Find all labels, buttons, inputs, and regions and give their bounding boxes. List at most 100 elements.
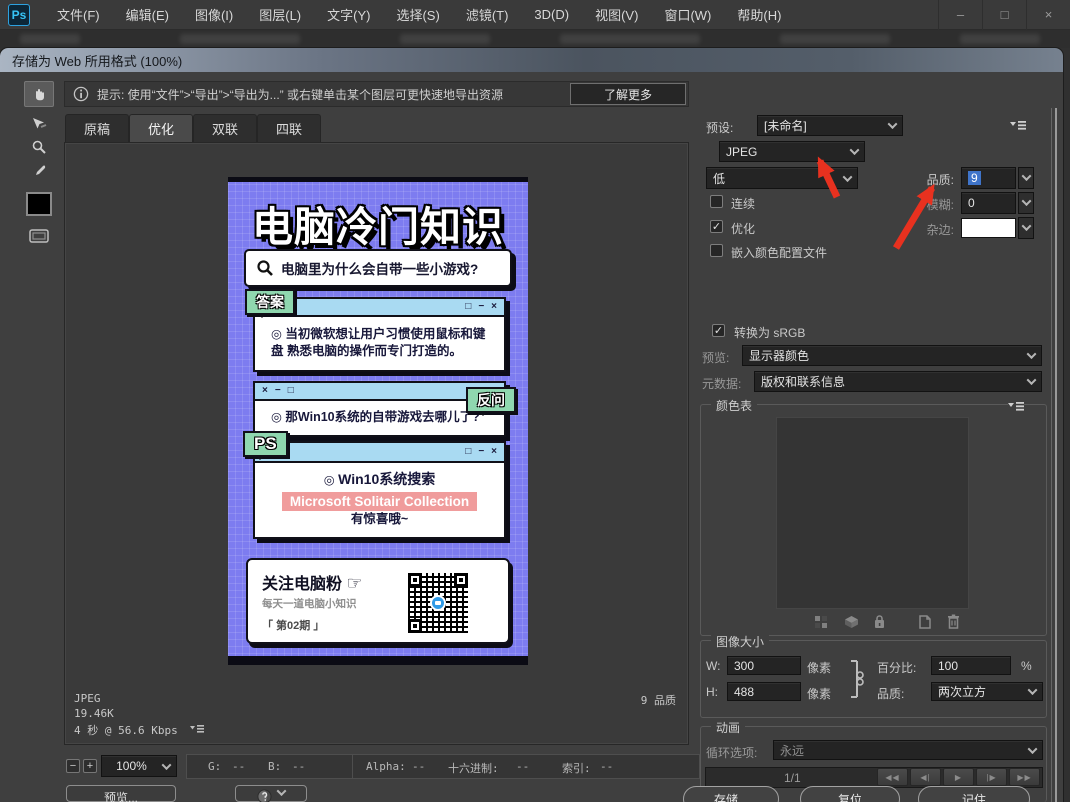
readout-index-value: -- [600, 760, 613, 773]
zoom-out-button[interactable]: − [66, 759, 80, 773]
logo-text: Ps [12, 8, 27, 22]
matte-swatch[interactable] [961, 218, 1016, 238]
compression-value: 低 [713, 170, 725, 187]
percent-input[interactable]: 100 [931, 656, 1011, 675]
embed-profile-checkbox[interactable] [710, 244, 723, 257]
remember-button[interactable]: 记住 [918, 786, 1030, 802]
format-select[interactable]: JPEG [719, 141, 865, 162]
menu-select[interactable]: 选择(S) [383, 0, 452, 30]
tab-4up[interactable]: 四联 [257, 114, 321, 142]
menu-type[interactable]: 文字(Y) [314, 0, 383, 30]
tab-original[interactable]: 原稿 [65, 114, 129, 142]
chevron-down-icon [1027, 375, 1037, 385]
zoom-in-button[interactable]: + [83, 759, 97, 773]
chevron-down-icon [277, 786, 287, 796]
tab-2up[interactable]: 双联 [193, 114, 257, 142]
blurred-control [960, 34, 1040, 44]
new-color-icon[interactable] [918, 615, 931, 629]
optimized-checkbox[interactable]: ✓ [710, 220, 723, 233]
resample-quality-select[interactable]: 两次立方 [931, 682, 1043, 701]
zoom-level-select[interactable]: 100% [101, 755, 177, 777]
menu-edit[interactable]: 编辑(E) [113, 0, 182, 30]
menu-layer[interactable]: 图层(L) [246, 0, 314, 30]
menu-view[interactable]: 视图(V) [582, 0, 651, 30]
chevron-down-icon [843, 172, 853, 182]
hand-tool-button[interactable] [24, 81, 54, 107]
preview-canvas[interactable]: 电脑冷门知识 电脑里为什么会自带一些小游戏? □ − × 答案 ◎ 当初微软 [64, 142, 689, 745]
blur-input[interactable]: 0 [961, 192, 1016, 214]
dialog-frame-line [1051, 108, 1052, 802]
color-table-panel-menu-icon[interactable] [1008, 401, 1024, 412]
resample-quality-label: 品质: [877, 685, 904, 702]
width-input[interactable]: 300 [727, 656, 801, 675]
menu-help[interactable]: 帮助(H) [724, 0, 794, 30]
photoshop-logo-icon[interactable]: Ps [8, 4, 30, 26]
ps-tag: PS [243, 431, 288, 457]
slice-select-tool-button[interactable] [28, 112, 50, 134]
next-frame-button[interactable]: |▶ [976, 768, 1007, 786]
color-table-swatches[interactable] [776, 417, 969, 609]
menu-file[interactable]: 文件(F) [44, 0, 113, 30]
eyedropper-tool-button[interactable] [28, 160, 50, 182]
menu-window[interactable]: 窗口(W) [651, 0, 724, 30]
metadata-select[interactable]: 版权和联系信息 [754, 371, 1042, 392]
height-input[interactable]: 488 [727, 682, 801, 701]
dialog-titlebar[interactable]: 存储为 Web 所用格式 (100%) [0, 48, 1063, 72]
matte-label: 杂边: [880, 221, 954, 238]
browser-select-button[interactable] [235, 785, 307, 802]
menu-filter[interactable]: 滤镜(T) [453, 0, 522, 30]
frame-counter: 1/1 [784, 771, 801, 785]
lock-color-icon[interactable] [873, 614, 886, 629]
maximize-button[interactable]: □ [982, 0, 1026, 30]
learn-more-button[interactable]: 了解更多 [570, 83, 686, 105]
eyedropper-icon [31, 163, 47, 179]
window-minimize-icon: − [478, 302, 484, 312]
preview-select[interactable]: 显示器颜色 [742, 345, 1042, 366]
poster-window-ps: □ − × PS ◎ Win10系统搜索 Microsoft Solitair … [253, 441, 506, 539]
previous-frame-button[interactable]: ◀| [910, 768, 941, 786]
play-button[interactable]: ▶ [943, 768, 974, 786]
quality-slider-button[interactable] [1018, 167, 1034, 189]
follow-issue: 「 第02期 」 [262, 617, 324, 633]
eyedropper-color-swatch[interactable] [26, 192, 52, 216]
last-frame-button[interactable]: ▶▶ [1009, 768, 1040, 786]
blurred-control [400, 34, 490, 44]
preset-select[interactable]: [未命名] [757, 115, 903, 136]
ps-line2: 有惊喜哦~ [351, 512, 408, 526]
minimize-button[interactable]: – [938, 0, 982, 30]
save-button[interactable]: 存储... [683, 786, 779, 802]
progressive-checkbox[interactable] [710, 195, 723, 208]
bullet-icon: ◎ [271, 327, 282, 341]
compression-quality-select[interactable]: 低 [706, 167, 858, 189]
follow-title: 关注电脑粉 [262, 576, 342, 593]
toggle-slices-visibility-button[interactable] [26, 226, 52, 246]
convert-srgb-checkbox[interactable]: ✓ [712, 324, 725, 337]
preset-panel-menu-icon[interactable] [1010, 120, 1026, 131]
tab-optimized[interactable]: 优化 [129, 114, 193, 142]
width-label: W: [706, 659, 720, 673]
blur-label: 模糊: [880, 196, 954, 213]
answer-line2: 熟悉电脑的操作而专门打造的。 [287, 344, 462, 358]
menu-3d[interactable]: 3D(D) [521, 0, 582, 30]
preview-in-browser-button[interactable]: 预览... [66, 785, 176, 802]
chevron-down-icon [888, 119, 898, 129]
quality-input[interactable]: 9 [961, 167, 1016, 189]
menu-image[interactable]: 图像(I) [182, 0, 246, 30]
close-button[interactable]: × [1026, 0, 1070, 30]
web-shift-cube-icon[interactable] [844, 615, 859, 629]
window-maximize-icon: □ [288, 386, 294, 396]
qr-center-logo [430, 595, 446, 611]
trash-icon[interactable] [947, 614, 960, 629]
loop-options-select[interactable]: 永远 [773, 740, 1043, 760]
snap-to-web-palette-icon[interactable] [814, 615, 828, 629]
zoom-tool-button[interactable] [28, 136, 50, 158]
status-panel-menu-icon[interactable] [190, 724, 204, 734]
first-frame-button[interactable]: ◀◀ [877, 768, 908, 786]
animation-title: 动画 [711, 719, 745, 736]
link-dimensions-icon[interactable] [847, 659, 865, 699]
blur-slider-button[interactable] [1018, 192, 1034, 214]
reset-button[interactable]: 复位 [800, 786, 900, 802]
qr-finder [408, 619, 422, 633]
matte-menu-button[interactable] [1018, 217, 1034, 239]
window-minimize-icon: − [478, 447, 484, 457]
